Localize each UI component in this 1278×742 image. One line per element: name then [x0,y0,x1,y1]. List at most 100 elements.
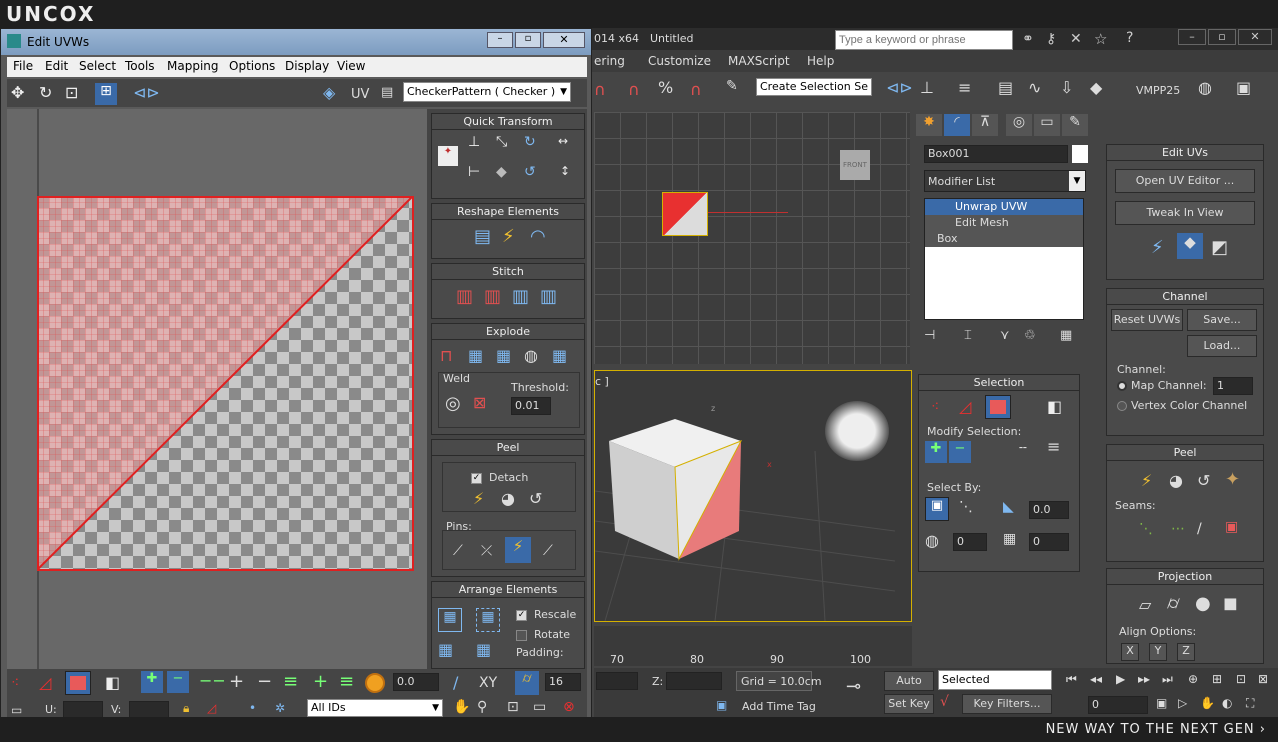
lock-icon[interactable]: 🔒︎ [183,701,189,716]
falloff-value[interactable]: 0.0 [393,673,439,691]
stitch-to-target-icon[interactable]: ▥ [456,286,473,307]
scene-explorer-icon[interactable]: ▤ [998,78,1013,97]
mirror-icon[interactable]: ⊲⊳ [133,83,160,102]
play-icon[interactable]: ▶ [1116,672,1125,686]
stack-item-unwrap[interactable]: Unwrap UVW [925,199,1083,215]
flatten-by-smoothing-icon[interactable]: ▦ [552,346,567,365]
menu-file[interactable]: File [13,59,33,73]
time-tag-icon[interactable]: ▣ [716,698,727,712]
close-icon[interactable]: ✕ [543,32,585,48]
selection-header[interactable]: Selection [919,375,1079,391]
viewcube-top[interactable]: FRONT [840,150,870,180]
ids-dropdown[interactable]: All IDs ▼ [307,699,443,717]
align-icon[interactable]: ⊥ [920,78,934,97]
align-to-edge-icon[interactable]: ⊢ [468,164,480,180]
quick-transform-header[interactable]: Quick Transform [432,114,584,130]
xy-label[interactable]: XY [479,675,497,691]
freeform-icon[interactable]: ⊞ [95,83,117,105]
edge-filter-icon[interactable]: ◿ [207,701,216,715]
pivot-icon[interactable]: ✦ [438,146,458,166]
hierarchy-tab-icon[interactable]: ⊼ [972,114,998,136]
polygon-select-icon[interactable] [985,395,1011,419]
box-map-icon[interactable]: ◼ [1223,593,1238,614]
top-viewport[interactable]: FRONT [594,112,910,364]
viewcube[interactable] [825,401,889,461]
minimize-icon[interactable]: – [1178,29,1206,45]
grid-snap-icon[interactable]: ⊗ [563,699,575,715]
edit-uvs-header[interactable]: Edit UVs [1107,145,1263,161]
flatten-icon[interactable]: ▦ [496,346,511,365]
falloff-type-icon[interactable]: / [453,673,458,692]
vertex-mode-icon[interactable]: ⁖ [11,675,19,691]
reset-uvws-button[interactable]: Reset UVWs [1111,309,1183,331]
chevron-down-icon[interactable]: ▼ [1069,171,1085,191]
motion-tab-icon[interactable]: ◎ [1006,114,1032,136]
flatten-by-material-icon[interactable]: ◍ [524,346,538,365]
element-select-icon[interactable]: ◧ [1047,397,1062,416]
map-channel-value[interactable]: 1 [1213,377,1253,395]
key-icon[interactable]: ⚷ [1046,31,1056,47]
explode-header[interactable]: Explode [432,324,584,340]
show-end-icon[interactable]: ⌶ [964,328,972,343]
display-tab-icon[interactable]: ▭ [1034,114,1060,136]
create-tab-icon[interactable]: ✸ [916,114,942,136]
star-icon[interactable]: ☆ [1094,30,1107,48]
stack-item-edit-mesh[interactable]: Edit Mesh [925,215,1083,231]
pattern-dropdown[interactable]: CheckerPattern ( Checker ) ▼ [403,82,571,102]
fov-icon[interactable]: ▷ [1178,696,1187,710]
render-setup-icon[interactable]: ◍ [1198,78,1212,97]
straighten-selection-icon[interactable]: ▤ [474,226,491,247]
object-name-field[interactable]: Box001 [924,145,1068,163]
zoom-extents-icon[interactable]: ▭ [533,699,546,715]
relax-icon[interactable]: ⚡ [502,226,515,247]
menu-maxscript[interactable]: MAXScript [728,54,790,68]
menu-help[interactable]: Help [807,54,834,68]
stitch-header[interactable]: Stitch [432,264,584,280]
space-vertical-icon[interactable]: ↕ [560,164,570,178]
peel-header[interactable]: Peel [1107,445,1263,461]
polygon-mode-icon[interactable] [65,671,91,695]
next-frame-icon[interactable]: ▸▸ [1138,672,1150,686]
open-uv-editor-button[interactable]: Open UV Editor ... [1115,169,1255,193]
target-weld-icon[interactable]: ⊠ [473,393,486,412]
align-x-button[interactable]: X [1121,643,1139,661]
loop-plus-icon[interactable]: + [313,671,328,692]
zoom-all-icon[interactable]: ⊞ [1212,672,1222,686]
maximize-viewport-icon[interactable]: ⛶ [1246,696,1254,711]
align-horizontal-icon[interactable]: ⊥ [468,134,480,150]
loop-icon[interactable]: −− [199,671,226,690]
edit-named-sel-icon[interactable]: ✎ [726,78,738,94]
layers-icon[interactable]: ≡ [958,78,971,97]
zoom-icon[interactable]: ⚲ [477,699,487,715]
utilities-tab-icon[interactable]: ✎ [1062,114,1088,136]
select-by-smoothing-icon[interactable]: ▦ [1003,531,1016,547]
align-to-view-icon[interactable]: ◩ [1211,237,1228,258]
align-vertical-icon[interactable]: ⤡ [496,134,507,150]
seams-to-edge-sel-icon[interactable]: ▣ [1225,519,1238,535]
z-coord-field[interactable] [666,672,722,690]
modifier-list-dropdown[interactable]: Modifier List ▼ [924,170,1086,192]
stack-item-box[interactable]: Box [925,231,1083,247]
pan-icon[interactable]: ✋ [453,699,470,715]
grow-icon[interactable]: ✚ [141,671,163,693]
vertex-select-icon[interactable]: ⁖ [931,399,939,415]
max-search-input[interactable] [835,30,1013,50]
options-icon[interactable]: ▤ [381,85,393,100]
lscm-icon[interactable]: ✦ [1225,469,1240,490]
uvw-title-bar[interactable]: Edit UVWs – ▫ ✕ [1,29,591,55]
close-icon[interactable]: ✕ [1238,29,1272,45]
rotate-checkbox[interactable] [516,630,527,641]
schematic-icon[interactable]: ⇩ [1060,78,1073,97]
auto-key-button[interactable]: Auto Key [884,671,934,705]
binoculars-icon[interactable]: ⚭ [1022,31,1034,47]
detach-checkbox[interactable]: ✓ [471,473,482,484]
planar-angle-value[interactable]: 0.0 [1029,501,1069,519]
detach-edge-icon[interactable]: ▦ [468,346,483,365]
menu-customize[interactable]: Customize [648,54,711,68]
pin-filter-icon[interactable]: • [249,701,256,715]
texture-map-icon[interactable]: ◈ [323,83,335,102]
timeline-ruler[interactable]: 70 80 90 100 [594,626,912,666]
loop-grow-icon[interactable]: ≡ [283,671,298,692]
maximize-icon[interactable]: ▫ [515,32,541,48]
spinner-snap-icon[interactable]: ∩ [690,80,702,99]
